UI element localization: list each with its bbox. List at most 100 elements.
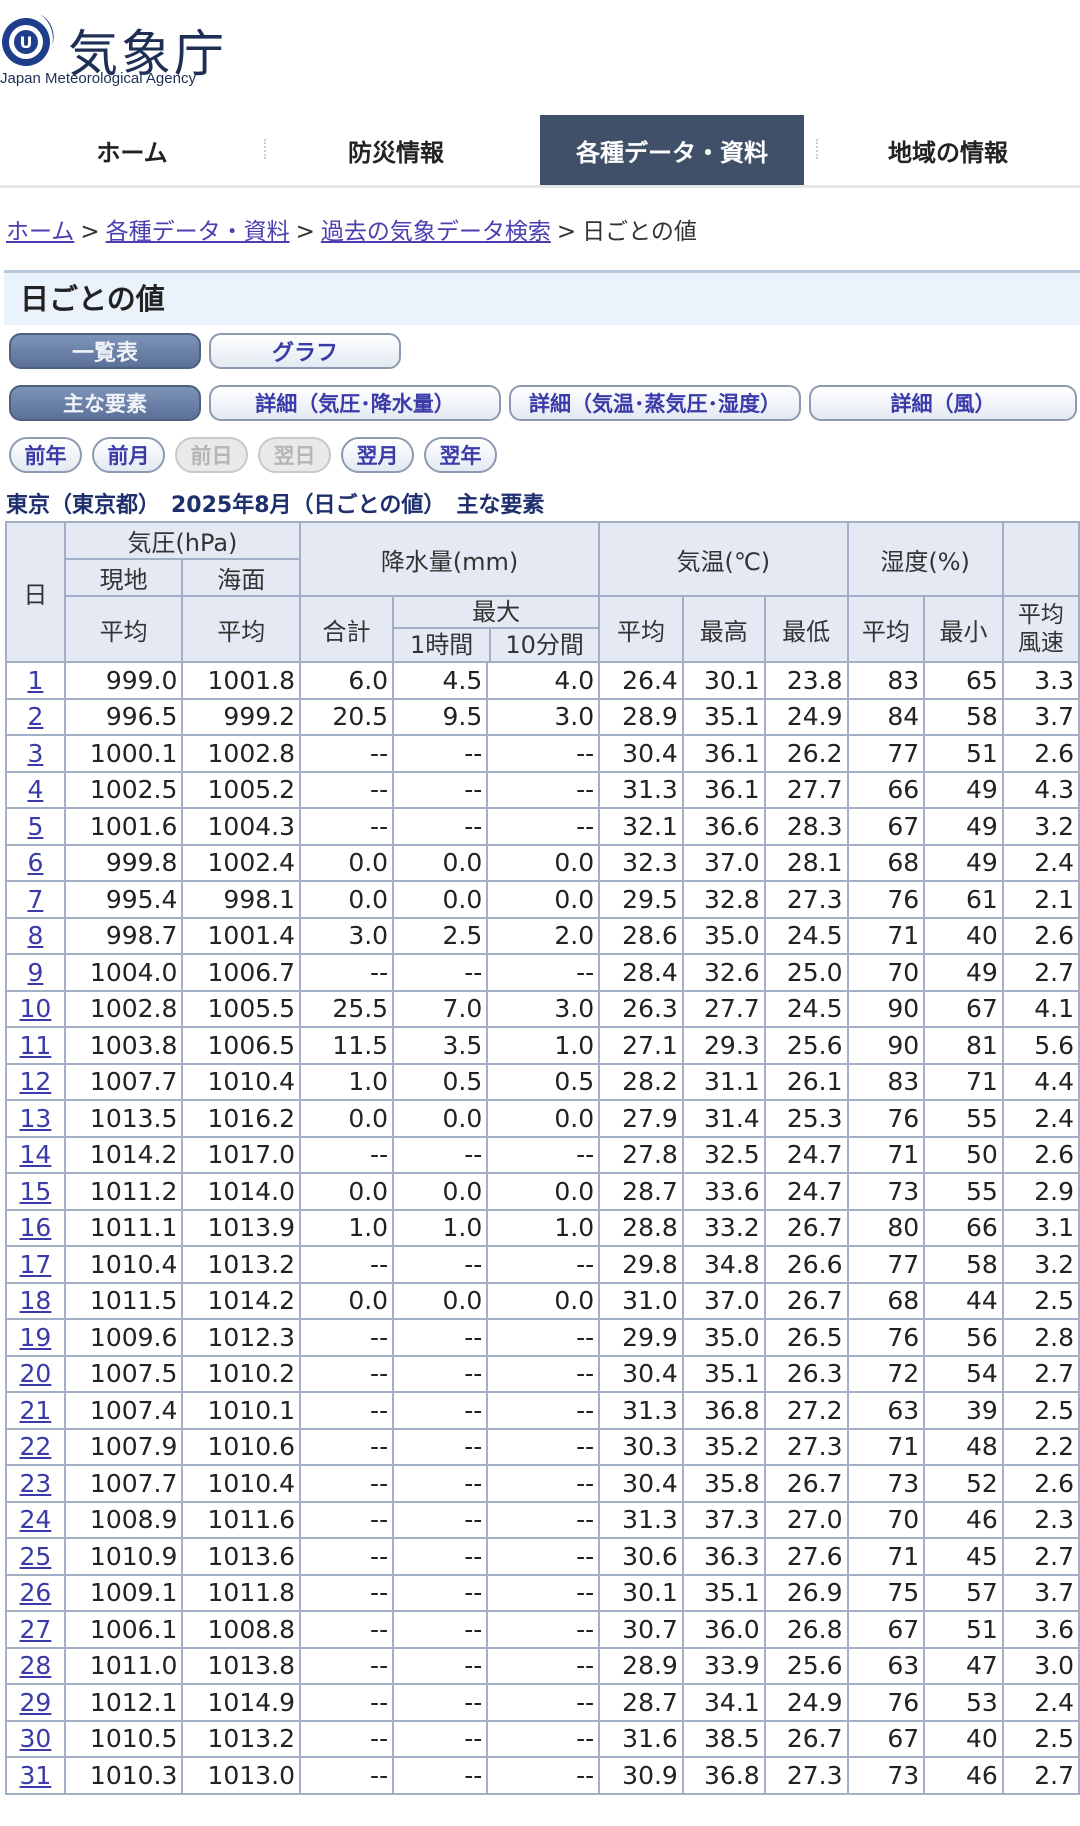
day-link[interactable]: 24 bbox=[20, 1505, 52, 1534]
data-cell: -- bbox=[486, 1537, 601, 1576]
day-link[interactable]: 21 bbox=[20, 1396, 52, 1425]
gnav-home[interactable]: ホーム bbox=[0, 115, 264, 185]
day-link[interactable]: 26 bbox=[20, 1578, 52, 1607]
data-cell: 2.2 bbox=[1001, 1427, 1080, 1466]
day-link[interactable]: 16 bbox=[20, 1213, 52, 1242]
prev-year-button[interactable]: 前年 bbox=[9, 437, 82, 473]
data-cell: -- bbox=[486, 1683, 601, 1722]
data-cell: -- bbox=[392, 1573, 489, 1612]
data-cell: 20.5 bbox=[298, 697, 395, 736]
breadcrumb-data[interactable]: 各種データ・資料 bbox=[106, 219, 290, 245]
data-cell: 75 bbox=[846, 1573, 926, 1612]
data-cell: 31.3 bbox=[598, 1391, 684, 1430]
data-cell: 57 bbox=[923, 1573, 1004, 1612]
day-link[interactable]: 3 bbox=[27, 739, 43, 768]
data-cell: 2.6 bbox=[1001, 734, 1080, 773]
tab-list[interactable]: 一覧表 bbox=[9, 333, 201, 369]
data-cell: 27.6 bbox=[763, 1537, 849, 1576]
col-precip-10m: 10分間 bbox=[505, 631, 584, 659]
day-link[interactable]: 19 bbox=[20, 1323, 52, 1352]
day-link[interactable]: 27 bbox=[20, 1615, 52, 1644]
data-cell: 36.6 bbox=[681, 807, 766, 846]
day-link[interactable]: 14 bbox=[20, 1140, 52, 1169]
tab-main-elements[interactable]: 主な要素 bbox=[9, 385, 201, 421]
day-link[interactable]: 7 bbox=[27, 885, 43, 914]
data-cell: 0.0 bbox=[486, 880, 601, 919]
data-cell: 27.0 bbox=[763, 1500, 849, 1539]
data-cell: 26.8 bbox=[763, 1610, 849, 1649]
gnav-data[interactable]: 各種データ・資料 bbox=[540, 115, 804, 185]
data-cell: 35.1 bbox=[681, 1573, 766, 1612]
prev-month-button[interactable]: 前月 bbox=[92, 437, 165, 473]
data-cell: 1005.2 bbox=[181, 770, 301, 809]
data-cell: 25.5 bbox=[298, 989, 395, 1028]
col-precip-max-label: 最大 bbox=[394, 597, 599, 629]
tab-detail-pressure-precip[interactable]: 詳細（気圧･降水量） bbox=[209, 385, 501, 421]
data-cell: 29.3 bbox=[681, 1026, 766, 1065]
data-cell: 1014.9 bbox=[181, 1683, 301, 1722]
data-cell: 9.5 bbox=[392, 697, 489, 736]
day-link[interactable]: 20 bbox=[20, 1359, 52, 1388]
day-link[interactable]: 4 bbox=[27, 775, 43, 804]
data-cell: 48 bbox=[923, 1427, 1004, 1466]
day-link[interactable]: 5 bbox=[27, 812, 43, 841]
day-link[interactable]: 25 bbox=[20, 1542, 52, 1571]
day-link[interactable]: 1 bbox=[27, 666, 43, 695]
data-cell: 35.1 bbox=[681, 1354, 766, 1393]
gnav-disaster-info[interactable]: 防災情報 bbox=[264, 115, 528, 185]
day-link[interactable]: 2 bbox=[27, 702, 43, 731]
day-link[interactable]: 18 bbox=[20, 1286, 52, 1315]
day-link[interactable]: 17 bbox=[20, 1250, 52, 1279]
site-header: U 気象庁 Japan Meteorological Agency bbox=[0, 0, 1080, 112]
day-link[interactable]: 11 bbox=[20, 1031, 52, 1060]
day-link[interactable]: 8 bbox=[27, 921, 43, 950]
breadcrumb-home[interactable]: ホーム bbox=[6, 219, 74, 245]
element-tabs: 主な要素 詳細（気圧･降水量） 詳細（気温･蒸気圧･湿度） 詳細（風） bbox=[0, 385, 1080, 421]
day-link[interactable]: 15 bbox=[20, 1177, 52, 1206]
data-cell: 2.7 bbox=[1001, 953, 1080, 992]
day-link[interactable]: 28 bbox=[20, 1651, 52, 1680]
col-temp-avg: 平均 bbox=[598, 595, 684, 663]
day-cell: 12 bbox=[5, 1062, 66, 1101]
data-cell: 2.4 bbox=[1001, 843, 1080, 882]
table-row: 17 1010.4 1013.2 -- -- -- 29.8 34.8 26.6 77 58 3.2 bbox=[5, 1245, 1080, 1284]
tab-graph[interactable]: グラフ bbox=[209, 333, 401, 369]
data-cell: 63 bbox=[846, 1391, 926, 1430]
day-link[interactable]: 29 bbox=[20, 1688, 52, 1717]
tab-detail-wind[interactable]: 詳細（風） bbox=[809, 385, 1077, 421]
data-cell: 37.3 bbox=[681, 1500, 766, 1539]
table-row: 11 1003.8 1006.5 11.5 3.5 1.0 27.1 29.3 25.6 90 81… bbox=[5, 1026, 1080, 1065]
data-cell: -- bbox=[298, 1756, 395, 1795]
day-link[interactable]: 22 bbox=[20, 1432, 52, 1461]
data-cell: 29.5 bbox=[598, 880, 684, 919]
gnav-regional-info[interactable]: 地域の情報 bbox=[816, 115, 1080, 185]
data-cell: 63 bbox=[846, 1646, 926, 1685]
data-cell: -- bbox=[298, 1245, 395, 1284]
table-row: 25 1010.9 1013.6 -- -- -- 30.6 36.3 27.6 71 45 2.7 bbox=[5, 1537, 1080, 1576]
day-link[interactable]: 12 bbox=[20, 1067, 52, 1096]
day-link[interactable]: 6 bbox=[27, 848, 43, 877]
breadcrumb-search[interactable]: 過去の気象データ検索 bbox=[321, 219, 551, 245]
next-month-button[interactable]: 翌月 bbox=[341, 437, 414, 473]
data-cell: 1.0 bbox=[298, 1062, 395, 1101]
tab-detail-temp-humidity[interactable]: 詳細（気温･蒸気圧･湿度） bbox=[509, 385, 801, 421]
day-link[interactable]: 31 bbox=[20, 1761, 52, 1790]
data-cell: -- bbox=[392, 1464, 489, 1503]
data-cell: 55 bbox=[923, 1172, 1004, 1211]
next-year-button[interactable]: 翌年 bbox=[424, 437, 497, 473]
day-link[interactable]: 30 bbox=[20, 1724, 52, 1753]
data-cell: 31.6 bbox=[598, 1719, 684, 1758]
day-link[interactable]: 13 bbox=[20, 1104, 52, 1133]
data-cell: 1014.2 bbox=[63, 1135, 184, 1174]
data-cell: 24.7 bbox=[763, 1172, 849, 1211]
day-link[interactable]: 10 bbox=[20, 994, 52, 1023]
day-link[interactable]: 23 bbox=[20, 1469, 52, 1498]
day-link[interactable]: 9 bbox=[27, 958, 43, 987]
data-cell: 80 bbox=[846, 1208, 926, 1247]
breadcrumb-sep: > bbox=[295, 219, 315, 245]
data-cell: 23.8 bbox=[763, 661, 849, 700]
data-cell: -- bbox=[392, 1646, 489, 1685]
table-row: 22 1007.9 1010.6 -- -- -- 30.3 35.2 27.3 71 48 2.2 bbox=[5, 1427, 1080, 1466]
data-cell: -- bbox=[486, 1245, 601, 1284]
data-cell: 30.4 bbox=[598, 734, 684, 773]
